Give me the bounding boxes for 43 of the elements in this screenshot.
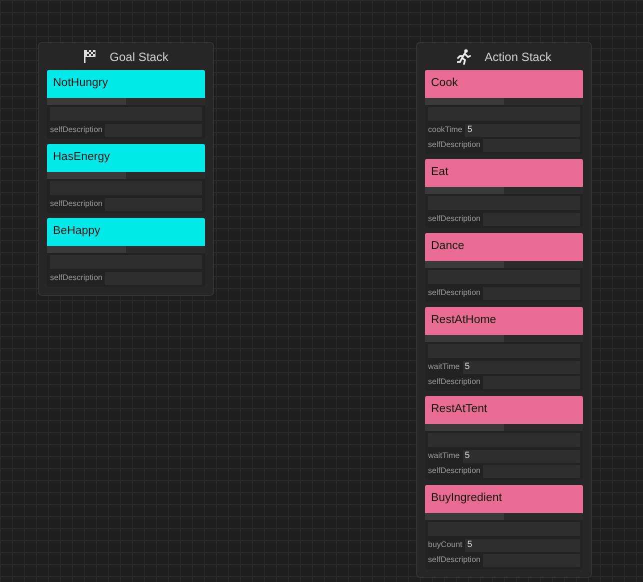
node-header[interactable]: Cook: [425, 70, 583, 98]
field-label: waitTime: [428, 450, 460, 462]
node-header[interactable]: BuyIngredient: [425, 485, 583, 513]
node-card[interactable]: RestAtHome waitTime 5 selfDescription: [425, 307, 583, 391]
running-figure-icon: [456, 48, 471, 64]
field-label: selfDescription: [50, 198, 102, 210]
node-card[interactable]: HasEnergy selfDescription: [47, 144, 205, 213]
field-label: selfDescription: [428, 213, 480, 225]
field-label: selfDescription: [50, 272, 102, 284]
field-label: selfDescription: [428, 465, 480, 477]
node-header[interactable]: BeHappy: [47, 218, 205, 246]
node-header[interactable]: RestAtTent: [425, 396, 583, 424]
field-value: 5: [464, 449, 470, 462]
node-header[interactable]: RestAtHome: [425, 307, 583, 335]
panel-title: Goal Stack: [110, 48, 168, 66]
field-label: selfDescription: [428, 554, 480, 566]
field-value: 5: [467, 123, 472, 136]
node-header[interactable]: NotHungry: [47, 70, 205, 98]
node-header[interactable]: Eat: [425, 159, 583, 187]
field-label: waitTime: [428, 361, 460, 373]
node-card[interactable]: Cook cookTime 5 selfDescription: [425, 70, 583, 154]
node-card[interactable]: NotHungry selfDescription: [47, 70, 205, 139]
panel-title: Action Stack: [484, 48, 552, 66]
checkered-flag-icon: [84, 50, 96, 63]
node-card[interactable]: BuyIngredient buyCount 5 selfDescription: [425, 485, 583, 569]
node-header[interactable]: Dance: [425, 233, 583, 261]
field-label: selfDescription: [50, 124, 102, 136]
field-label: selfDescription: [428, 287, 480, 299]
value-field[interactable]: 5: [465, 124, 580, 136]
field-label: selfDescription: [428, 376, 480, 388]
value-field[interactable]: 5: [462, 360, 580, 374]
value-field[interactable]: 5: [462, 450, 580, 462]
node-card[interactable]: RestAtTent waitTime 5 selfDescription: [425, 396, 583, 480]
field-label: cookTime: [428, 124, 462, 136]
field-label: buyCount: [428, 539, 462, 551]
node-header[interactable]: HasEnergy: [47, 144, 205, 172]
field-value: 5: [467, 538, 472, 552]
field-value: 5: [464, 360, 470, 374]
node-card[interactable]: BeHappy selfDescription: [47, 218, 205, 287]
node-card[interactable]: Dance selfDescription: [425, 233, 583, 302]
node-card[interactable]: Eat selfDescription: [425, 159, 583, 228]
value-field[interactable]: 5: [465, 538, 580, 552]
field-label: selfDescription: [428, 139, 480, 151]
